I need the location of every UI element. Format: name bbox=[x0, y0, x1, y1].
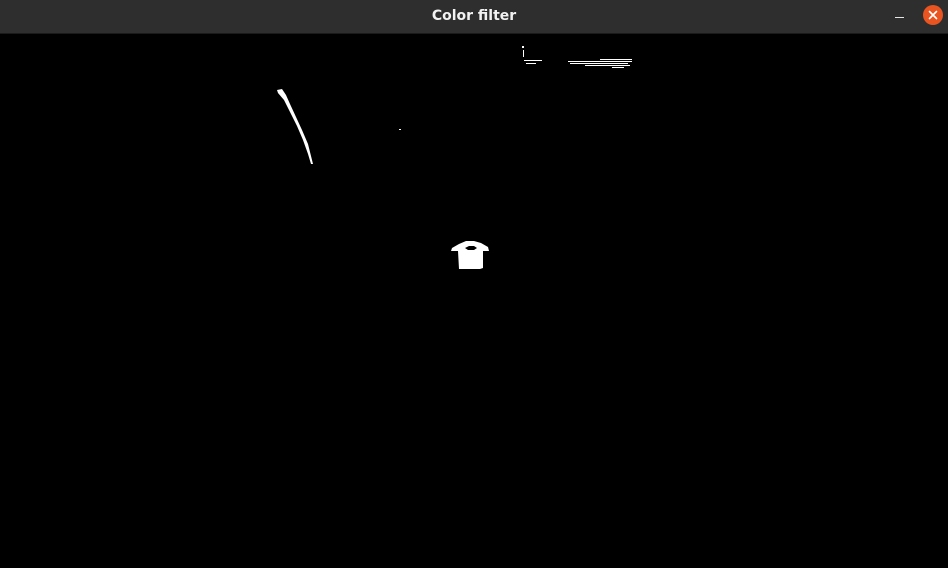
window-title: Color filter bbox=[431, 8, 517, 24]
mask-blob-center bbox=[451, 241, 489, 269]
minimize-button[interactable] bbox=[889, 6, 911, 28]
close-icon bbox=[928, 10, 938, 20]
mask-speck bbox=[399, 129, 401, 130]
close-button[interactable] bbox=[923, 5, 943, 25]
mask-image bbox=[277, 46, 632, 269]
minimize-icon bbox=[895, 17, 904, 18]
filtered-image-canvas bbox=[0, 34, 948, 568]
color-filter-window: Color filter bbox=[0, 0, 948, 568]
mask-streak-left bbox=[277, 89, 313, 164]
title-bar[interactable]: Color filter bbox=[0, 0, 948, 34]
mask-noise-top bbox=[522, 46, 632, 68]
